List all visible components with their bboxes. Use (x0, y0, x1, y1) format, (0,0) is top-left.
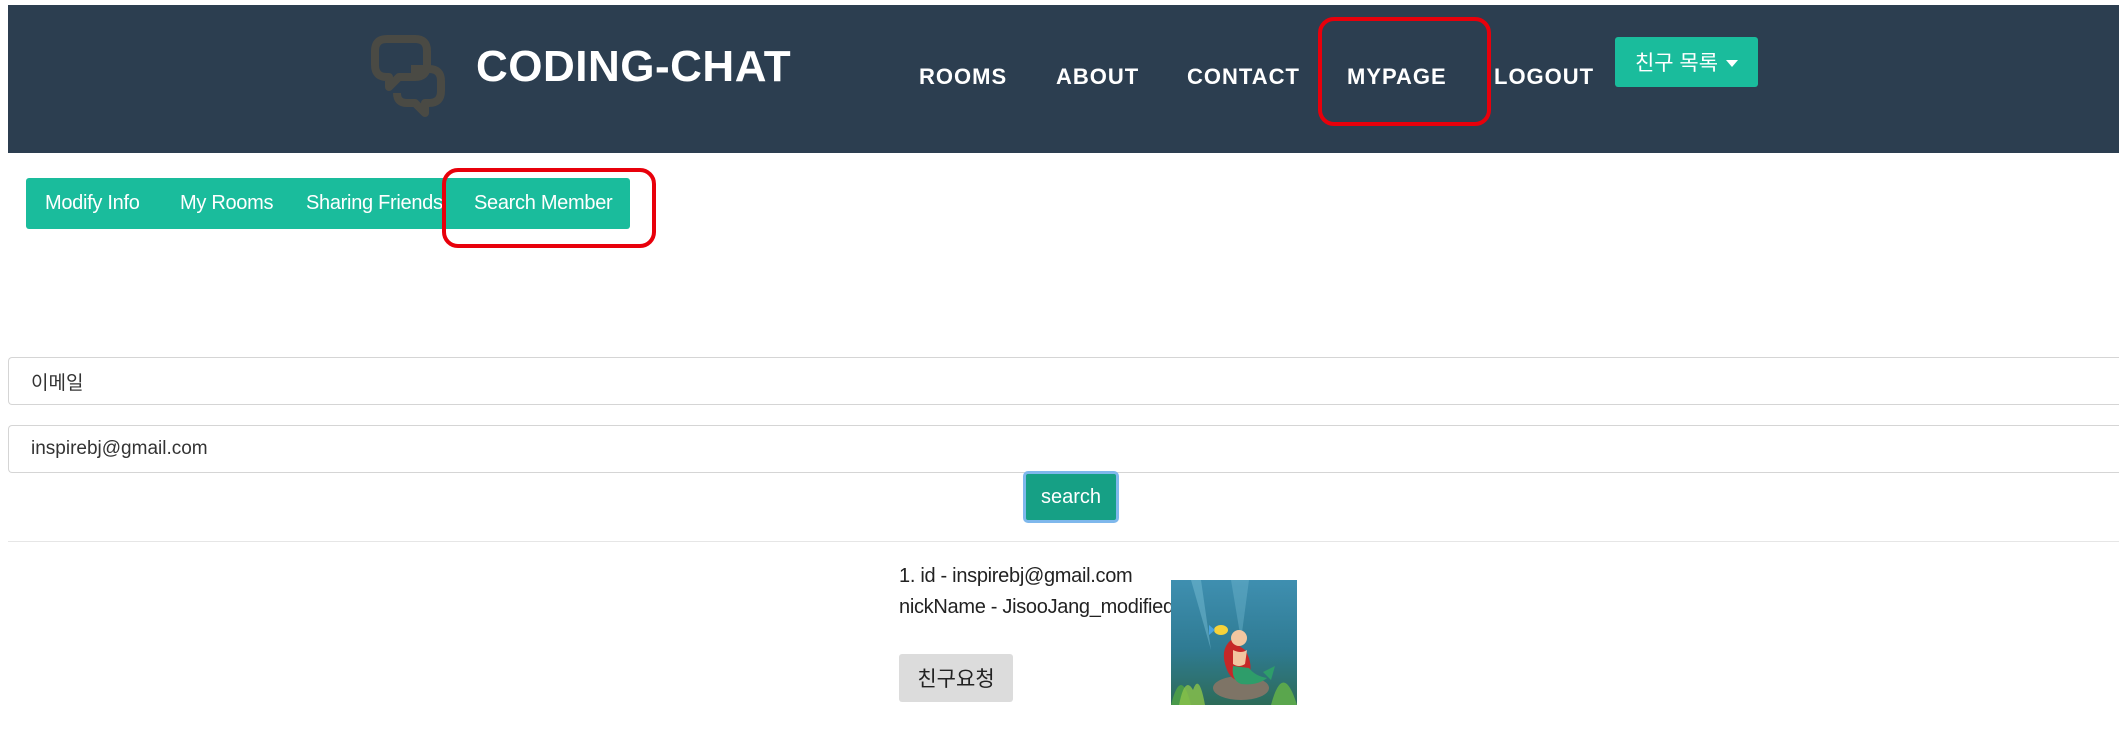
nav-about[interactable]: ABOUT (1056, 64, 1139, 90)
nav-mypage[interactable]: MYPAGE (1347, 64, 1447, 90)
search-type-field[interactable]: 이메일 (8, 357, 2119, 405)
nav-contact[interactable]: CONTACT (1187, 64, 1300, 90)
email-input[interactable]: inspirebj@gmail.com (8, 425, 2119, 473)
divider (8, 541, 2119, 542)
nav-rooms[interactable]: ROOMS (919, 64, 1007, 90)
brand-title[interactable]: CODING-CHAT (476, 42, 791, 92)
friends-list-dropdown[interactable]: 친구 목록 (1615, 37, 1758, 87)
subnav-sharing-friends[interactable]: Sharing Friends (306, 192, 443, 215)
profile-image (1171, 580, 1297, 705)
caret-down-icon (1726, 59, 1739, 67)
result-id: 1. id - inspirebj@gmail.com (899, 565, 1133, 587)
result-nickname: nickName - JisooJang_modified (899, 596, 1174, 618)
subnav-modify-info[interactable]: Modify Info (45, 192, 140, 215)
friend-request-button[interactable]: 친구요청 (899, 654, 1013, 702)
subnav-my-rooms[interactable]: My Rooms (180, 192, 273, 215)
friends-list-label: 친구 목록 (1634, 52, 1719, 75)
mypage-subnav: Modify Info My Rooms Sharing Friends Sea… (26, 178, 630, 229)
search-button[interactable]: search (1023, 471, 1119, 523)
nav-logout[interactable]: LOGOUT (1494, 64, 1594, 90)
chat-bubbles-icon (371, 35, 445, 117)
subnav-search-member[interactable]: Search Member (474, 192, 613, 215)
